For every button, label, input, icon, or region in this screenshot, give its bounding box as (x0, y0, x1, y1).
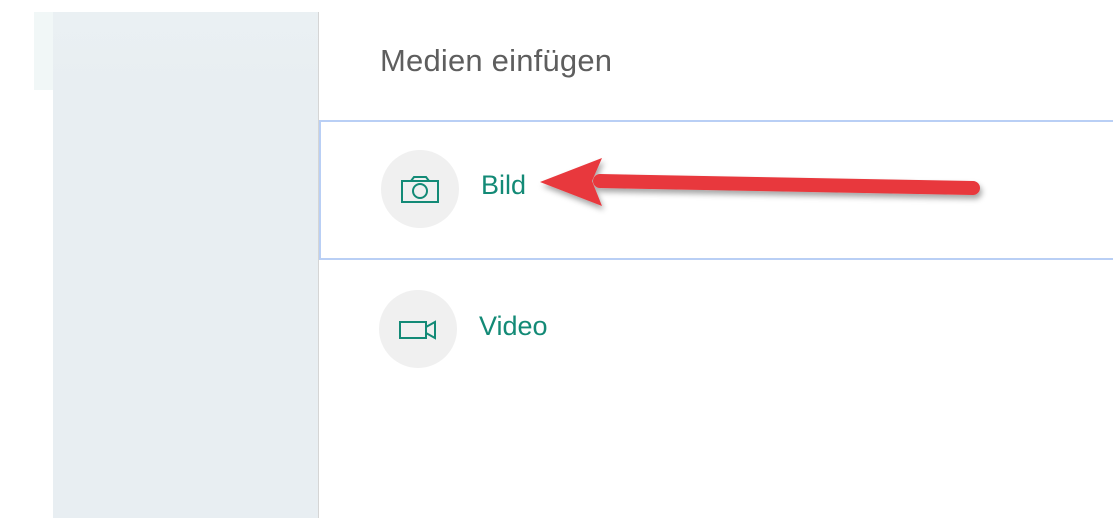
sidebar-header (53, 12, 318, 92)
camera-icon (401, 176, 439, 203)
option-icon-circle (379, 290, 457, 368)
insert-media-dialog: Medien einfügen Bild Video (0, 0, 1113, 518)
option-icon-circle (381, 150, 459, 228)
option-label-bild: Bild (481, 170, 527, 200)
option-video[interactable]: Video (319, 262, 1113, 398)
panel-title: Medien einfügen (380, 43, 613, 78)
option-label-video: Video (479, 311, 548, 341)
video-camera-icon (399, 320, 436, 340)
annotation-arrow-icon (540, 158, 980, 206)
